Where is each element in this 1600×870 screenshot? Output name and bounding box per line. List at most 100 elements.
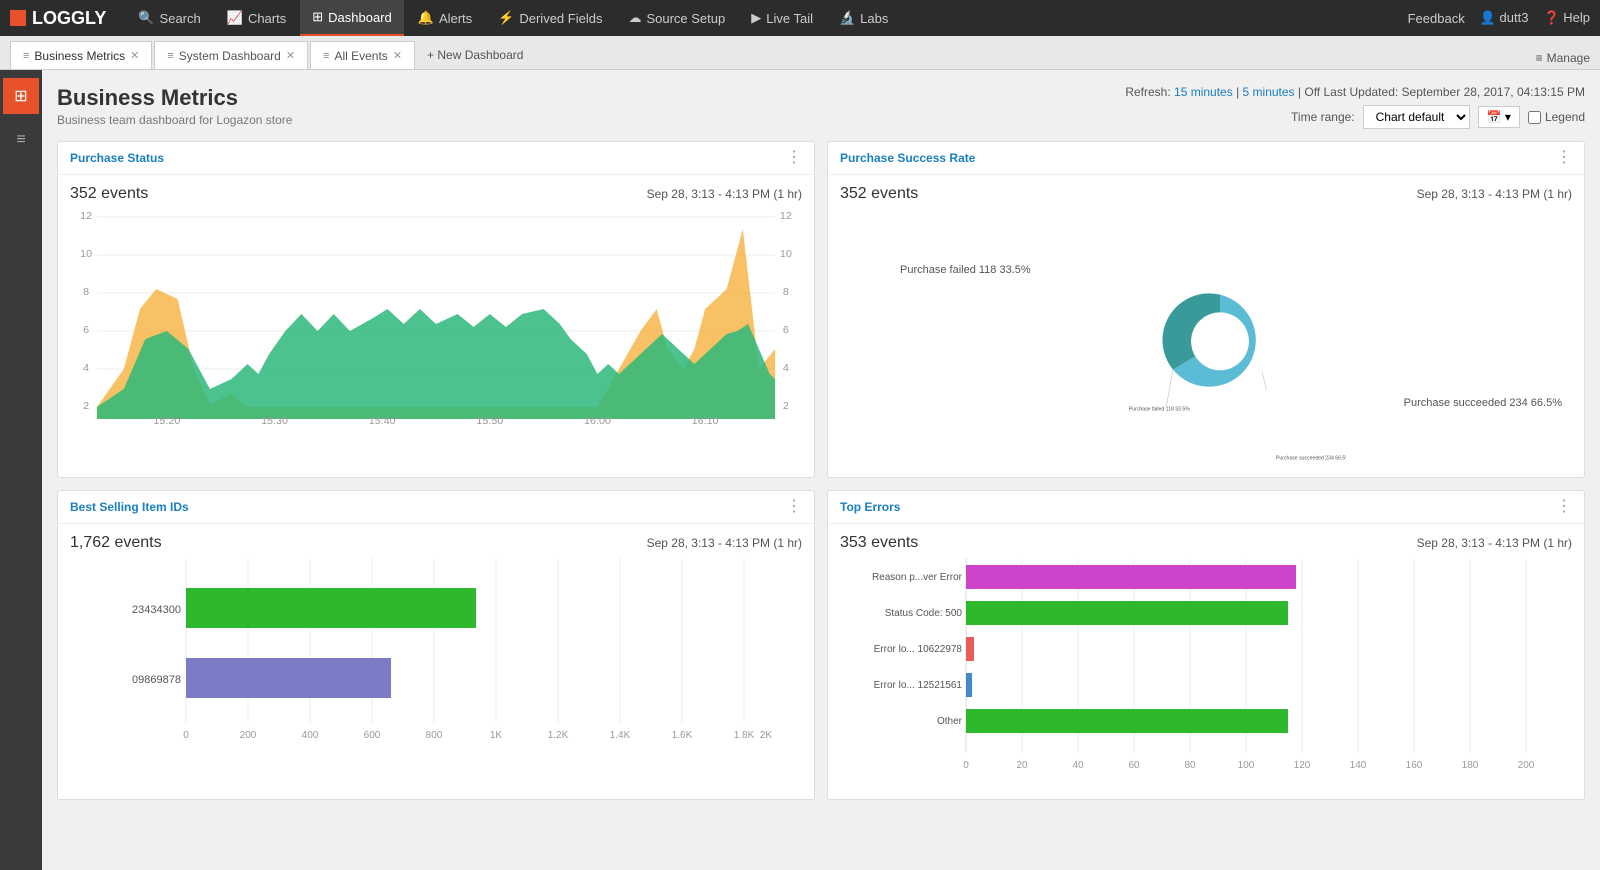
top-errors-timerange: Sep 28, 3:13 - 4:13 PM (1 hr)	[1417, 536, 1572, 550]
svg-text:8: 8	[83, 287, 89, 298]
nav-charts[interactable]: 📈 Charts	[215, 0, 298, 36]
failed-label: Purchase failed 118 33.5%	[1129, 406, 1190, 412]
help-link[interactable]: ❓ Help	[1543, 10, 1590, 26]
svg-text:15:20: 15:20	[153, 416, 180, 427]
time-range-select[interactable]: Chart default	[1363, 105, 1470, 129]
close-tab-ae[interactable]: ✕	[393, 49, 402, 62]
nav-labs[interactable]: 🔬 Labs	[827, 0, 900, 36]
best-selling-menu[interactable]: ⋮	[786, 499, 802, 515]
best-selling-svg: 23434300 09869878 0 200 400 600 800 1K 1…	[70, 558, 802, 758]
svg-text:10: 10	[80, 249, 92, 260]
top-errors-menu[interactable]: ⋮	[1556, 499, 1572, 515]
top-errors-header: Top Errors ⋮	[828, 491, 1584, 524]
best-selling-events: 1,762 events	[70, 534, 162, 552]
nav-source-setup[interactable]: ☁ Source Setup	[616, 0, 737, 36]
purchase-status-header: Purchase Status ⋮	[58, 142, 814, 175]
purchase-success-body: 352 events Sep 28, 3:13 - 4:13 PM (1 hr)	[828, 175, 1584, 477]
feedback-link[interactable]: Feedback	[1408, 11, 1465, 26]
sidebar-list-icon[interactable]: ≡	[3, 122, 39, 158]
svg-text:20: 20	[1016, 760, 1028, 771]
sidebar-grid-icon[interactable]: ⊞	[3, 78, 39, 114]
donut-failed-text: Purchase failed 118 33.5%	[900, 264, 1031, 276]
donut-succeeded-text: Purchase succeeded 234 66.5%	[1404, 397, 1562, 409]
nav-alerts[interactable]: 🔔 Alerts	[406, 0, 484, 36]
legend-checkbox[interactable]	[1528, 111, 1541, 124]
tab-bar-right: ≡ Manage	[1536, 51, 1590, 69]
logo-icon	[10, 10, 26, 26]
close-tab-bm[interactable]: ✕	[130, 49, 139, 62]
svg-text:600: 600	[364, 730, 381, 741]
purchase-status-timerange: Sep 28, 3:13 - 4:13 PM (1 hr)	[647, 187, 802, 201]
svg-text:15:30: 15:30	[261, 416, 288, 427]
dashboard-controls: Refresh: 15 minutes | 5 minutes | Off La…	[1125, 85, 1585, 129]
svg-text:120: 120	[1294, 760, 1311, 771]
tab-icon-ae: ≡	[323, 50, 329, 62]
svg-text:2: 2	[83, 401, 89, 412]
svg-text:Error lo... 12521561: Error lo... 12521561	[874, 680, 963, 691]
best-selling-stats: 1,762 events Sep 28, 3:13 - 4:13 PM (1 h…	[70, 534, 802, 552]
succeeded-label: Purchase succeeded 234 66.5%	[1276, 455, 1346, 461]
svg-text:6: 6	[783, 325, 789, 336]
bar-error-10622978	[966, 637, 974, 661]
svg-text:200: 200	[1518, 760, 1535, 771]
purchase-success-card: Purchase Success Rate ⋮ 352 events Sep 2…	[827, 141, 1585, 478]
svg-text:Error lo... 10622978: Error lo... 10622978	[874, 644, 963, 655]
donut-chart: Purchase failed 118 33.5% Purchase succe…	[840, 209, 1572, 469]
svg-text:4: 4	[83, 363, 89, 374]
bar-09869878	[186, 658, 391, 698]
purchase-success-stats: 352 events Sep 28, 3:13 - 4:13 PM (1 hr)	[840, 185, 1572, 203]
svg-text:12: 12	[80, 211, 92, 222]
svg-text:16:00: 16:00	[584, 416, 611, 427]
top-errors-events: 353 events	[840, 534, 918, 552]
bar-other	[966, 709, 1288, 733]
tab-label-ae: All Events	[334, 49, 387, 63]
top-errors-body: 353 events Sep 28, 3:13 - 4:13 PM (1 hr)	[828, 524, 1584, 799]
logo-text: LOGGLY	[32, 8, 106, 29]
tab-bar: ≡ Business Metrics ✕ ≡ System Dashboard …	[0, 36, 1600, 70]
bar-reason-error	[966, 565, 1296, 589]
top-nav: LOGGLY 🔍 Search 📈 Charts ⊞ Dashboard 🔔 A…	[0, 0, 1600, 36]
purchase-status-body: 352 events Sep 28, 3:13 - 4:13 PM (1 hr)…	[58, 175, 814, 437]
user-link[interactable]: 👤 dutt3	[1480, 10, 1529, 26]
area-chart-svg: 12 10 8 6 4 2 12 10 8 6 4 2	[70, 209, 802, 429]
purchase-status-menu[interactable]: ⋮	[786, 150, 802, 166]
chart-grid: Purchase Status ⋮ 352 events Sep 28, 3:1…	[57, 141, 1585, 800]
tab-all-events[interactable]: ≡ All Events ✕	[310, 41, 415, 69]
main-layout: ⊞ ≡ Business Metrics Business team dashb…	[0, 70, 1600, 870]
purchase-success-menu[interactable]: ⋮	[1556, 150, 1572, 166]
donut-hole	[1191, 312, 1249, 370]
tab-icon-sd: ≡	[167, 50, 173, 62]
svg-text:Other: Other	[937, 716, 963, 727]
dashboard-subtitle: Business team dashboard for Logazon stor…	[57, 113, 292, 127]
new-dashboard-button[interactable]: + New Dashboard	[417, 41, 533, 69]
purchase-success-timerange: Sep 28, 3:13 - 4:13 PM (1 hr)	[1417, 187, 1572, 201]
svg-text:2K: 2K	[760, 730, 773, 741]
svg-text:1K: 1K	[490, 730, 503, 741]
nav-live-tail[interactable]: ▶ Live Tail	[739, 0, 825, 36]
refresh-off-label: | Off Last Updated: September 28, 2017, …	[1298, 85, 1585, 99]
nav-derived-fields[interactable]: ⚡ Derived Fields	[486, 0, 614, 36]
svg-text:16:10: 16:10	[692, 416, 719, 427]
svg-text:0: 0	[963, 760, 969, 771]
nav-dashboard[interactable]: ⊞ Dashboard	[300, 0, 404, 36]
top-errors-svg: Reason p...ver Error Status Code: 500 Er…	[840, 558, 1572, 788]
tab-business-metrics[interactable]: ≡ Business Metrics ✕	[10, 41, 152, 69]
dashboard-title: Business Metrics	[57, 85, 292, 111]
manage-button[interactable]: ≡ Manage	[1536, 51, 1590, 65]
dashboard-title-section: Business Metrics Business team dashboard…	[57, 85, 292, 127]
close-tab-sd[interactable]: ✕	[286, 49, 295, 62]
svg-text:12: 12	[780, 211, 792, 222]
failed-leader-line	[1166, 370, 1173, 407]
svg-text:100: 100	[1238, 760, 1255, 771]
tab-system-dashboard[interactable]: ≡ System Dashboard ✕	[154, 41, 308, 69]
svg-text:160: 160	[1406, 760, 1423, 771]
refresh-15-link[interactable]: 15 minutes	[1174, 85, 1233, 99]
nav-items: 🔍 Search 📈 Charts ⊞ Dashboard 🔔 Alerts ⚡…	[126, 0, 1407, 36]
calendar-button[interactable]: 📅 ▾	[1478, 106, 1520, 128]
nav-search[interactable]: 🔍 Search	[126, 0, 212, 36]
svg-text:0: 0	[183, 730, 189, 741]
refresh-5-link[interactable]: 5 minutes	[1243, 85, 1295, 99]
best-selling-card: Best Selling Item IDs ⋮ 1,762 events Sep…	[57, 490, 815, 800]
legend-checkbox-row: Legend	[1528, 110, 1585, 124]
svg-text:23434300: 23434300	[132, 604, 181, 616]
